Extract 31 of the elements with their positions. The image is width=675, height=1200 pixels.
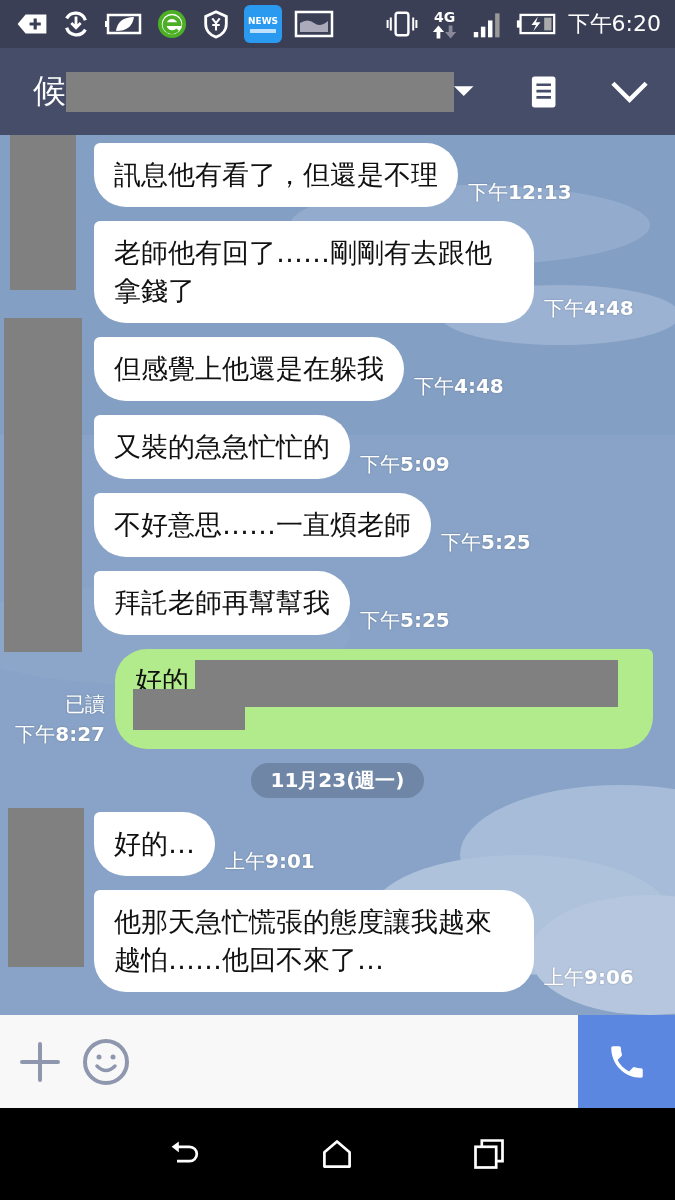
dropdown-caret-icon[interactable] [454, 85, 474, 98]
message-time: 上午9:01 [225, 848, 315, 875]
date-divider: 11月23(週一) [250, 763, 425, 798]
message-time: 下午5:09 [360, 451, 450, 478]
message-bubble: 好的… [94, 812, 215, 876]
vibrate-icon [385, 9, 418, 39]
message-bubble: 老師他有回了……剛剛有去跟他拿錢了 [94, 221, 534, 323]
message-time: 下午5:25 [441, 529, 531, 556]
message-time: 下午5:25 [360, 607, 450, 634]
read-receipt: 已讀 [65, 691, 105, 718]
message-bubble: 訊息他有看了，但還是不理 [94, 143, 458, 207]
browser-icon [156, 9, 188, 39]
message-bubble: 但感覺上他還是在躲我 [94, 337, 404, 401]
message-time: 下午12:13 [468, 179, 572, 206]
message-bubble: 拜託老師再幫幫我 [94, 571, 350, 635]
message-bubble: 又裝的急急忙忙的 [94, 415, 350, 479]
message-bubble: 他那天急忙慌張的態度讓我越來越怕……他回不來了… [94, 890, 534, 992]
message-bubble: 不好意思……一直煩老師 [94, 493, 431, 557]
emoji-icon[interactable] [82, 1037, 130, 1086]
message-time: 下午4:48 [414, 373, 504, 400]
notes-icon[interactable] [530, 74, 556, 109]
chat-title: 候 [33, 70, 66, 112]
call-button[interactable] [578, 1015, 675, 1108]
chevron-down-icon[interactable] [609, 79, 649, 104]
message-time: 下午8:27 [15, 721, 105, 748]
plus-icon[interactable] [20, 1041, 60, 1082]
message-time: 上午9:06 [544, 964, 634, 991]
news-app-icon: NEWS [244, 5, 282, 43]
clock-time: 下午6:20 [567, 10, 661, 38]
message-time: 下午4:48 [544, 295, 634, 322]
image-icon [294, 9, 334, 39]
